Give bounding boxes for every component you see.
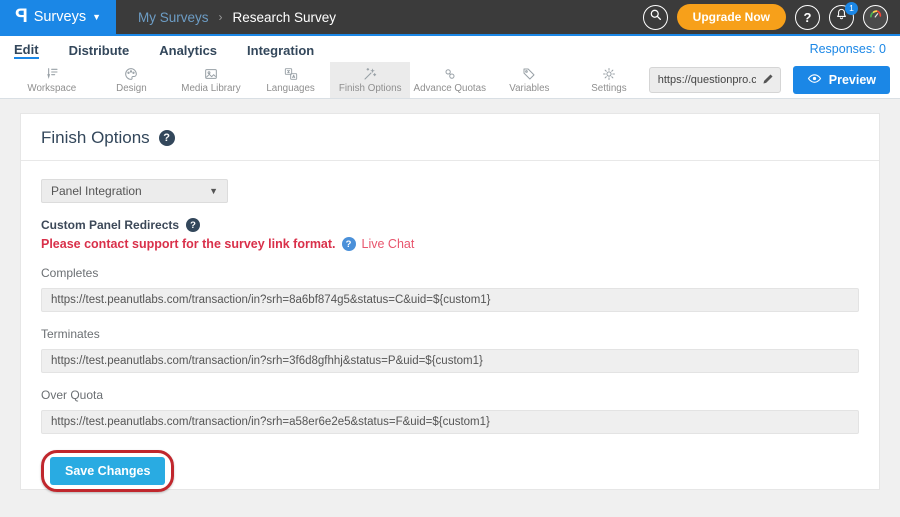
gauge-icon xyxy=(867,6,884,28)
questionpro-logo-icon: P xyxy=(15,6,28,28)
toolbar-tab-label: Languages xyxy=(266,83,315,94)
preview-label: Preview xyxy=(829,73,876,87)
toolbar-tab-media-library[interactable]: Media Library xyxy=(171,62,251,98)
app-window: P Surveys ▼ My Surveys › Research Survey… xyxy=(0,0,900,517)
toolbar-tab-label: Advance Quotas xyxy=(414,83,486,94)
notifications-button[interactable]: 1 xyxy=(829,5,854,30)
toolbar-tab-settings[interactable]: Settings xyxy=(569,62,649,98)
breadcrumb-separator: › xyxy=(219,10,223,24)
chain-links-icon xyxy=(442,66,458,82)
content-area: Finish Options ? Panel Integration ▼ Cus… xyxy=(0,99,900,517)
survey-url-wrap xyxy=(649,67,781,93)
over-quota-url-input[interactable] xyxy=(41,410,859,434)
notification-badge: 1 xyxy=(845,2,858,15)
finish-options-card: Finish Options ? Panel Integration ▼ Cus… xyxy=(20,113,880,490)
support-notice-row: Please contact support for the survey li… xyxy=(41,237,859,251)
toolbar-right: Preview xyxy=(649,62,900,98)
custom-panel-redirects-row: Custom Panel Redirects ? xyxy=(41,218,859,232)
help-icon: ? xyxy=(804,10,812,25)
tab-integration[interactable]: Integration xyxy=(247,41,314,58)
translate-icon xyxy=(283,66,299,82)
top-bar: P Surveys ▼ My Surveys › Research Survey… xyxy=(0,0,900,36)
toolbar-tab-workspace[interactable]: Workspace xyxy=(12,62,92,98)
account-avatar[interactable] xyxy=(863,5,888,30)
over-quota-label: Over Quota xyxy=(41,388,859,402)
toolbar-tab-advance-quotas[interactable]: Advance Quotas xyxy=(410,62,490,98)
tag-icon xyxy=(521,66,537,82)
tab-analytics[interactable]: Analytics xyxy=(159,41,217,58)
search-button[interactable] xyxy=(643,5,668,30)
survey-nav: Edit Distribute Analytics Integration Re… xyxy=(0,36,900,62)
terminates-label: Terminates xyxy=(41,327,859,341)
responses-count: Responses: 0 xyxy=(810,42,886,56)
save-changes-button[interactable]: Save Changes xyxy=(50,457,165,485)
edit-toolbar: Workspace Design Media Library xyxy=(0,62,900,99)
toolbar-tab-finish-options[interactable]: Finish Options xyxy=(330,62,410,98)
toolbar-tab-label: Variables xyxy=(509,83,549,94)
red-highlight-annotation: Save Changes xyxy=(41,450,174,492)
live-chat-help-icon[interactable]: ? xyxy=(342,237,356,251)
toolbar-tab-languages[interactable]: Languages xyxy=(251,62,331,98)
workspace-icon xyxy=(44,66,60,82)
product-menu[interactable]: P Surveys ▼ xyxy=(0,0,116,34)
custom-panel-redirects-label: Custom Panel Redirects xyxy=(41,218,179,232)
card-body: Panel Integration ▼ Custom Panel Redirec… xyxy=(21,161,879,510)
palette-icon xyxy=(123,66,139,82)
toolbar-tab-variables[interactable]: Variables xyxy=(490,62,570,98)
upgrade-now-button[interactable]: Upgrade Now xyxy=(677,4,786,30)
dropdown-selected-value: Panel Integration xyxy=(51,184,142,198)
tab-edit[interactable]: Edit xyxy=(14,40,39,59)
finish-options-help-icon[interactable]: ? xyxy=(159,130,175,146)
toolbar-tab-label: Media Library xyxy=(181,83,240,94)
toolbar-tab-label: Finish Options xyxy=(339,83,402,94)
help-button[interactable]: ? xyxy=(795,5,820,30)
terminates-url-input[interactable] xyxy=(41,349,859,373)
breadcrumb-my-surveys[interactable]: My Surveys xyxy=(138,10,209,25)
live-chat-link[interactable]: Live Chat xyxy=(362,237,415,251)
completes-label: Completes xyxy=(41,266,859,280)
breadcrumb-current-survey: Research Survey xyxy=(233,10,337,25)
panel-integration-dropdown[interactable]: Panel Integration ▼ xyxy=(41,179,228,203)
card-header: Finish Options ? xyxy=(21,114,879,161)
toolbar-tab-label: Settings xyxy=(591,83,626,94)
magic-wand-icon xyxy=(362,66,378,82)
completes-url-input[interactable] xyxy=(41,288,859,312)
eye-icon xyxy=(807,73,822,87)
page-title: Finish Options xyxy=(41,128,150,148)
toolbar-tab-label: Workspace xyxy=(27,83,76,94)
save-area: Save Changes xyxy=(41,450,859,492)
edit-url-pencil-icon[interactable] xyxy=(761,72,775,86)
topbar-actions: Upgrade Now ? 1 xyxy=(643,4,888,30)
chevron-down-icon: ▼ xyxy=(209,186,218,196)
chevron-down-icon: ▼ xyxy=(92,12,101,22)
preview-button[interactable]: Preview xyxy=(793,66,890,94)
toolbar-tab-label: Design xyxy=(116,83,147,94)
image-icon xyxy=(203,66,219,82)
product-name: Surveys xyxy=(34,9,86,25)
search-icon xyxy=(648,7,663,27)
breadcrumb: My Surveys › Research Survey xyxy=(138,10,336,25)
custom-panel-redirects-help-icon[interactable]: ? xyxy=(186,218,200,232)
support-notice-text: Please contact support for the survey li… xyxy=(41,237,336,251)
tab-distribute[interactable]: Distribute xyxy=(69,41,130,58)
toolbar-tab-design[interactable]: Design xyxy=(92,62,172,98)
gear-icon xyxy=(601,66,617,82)
